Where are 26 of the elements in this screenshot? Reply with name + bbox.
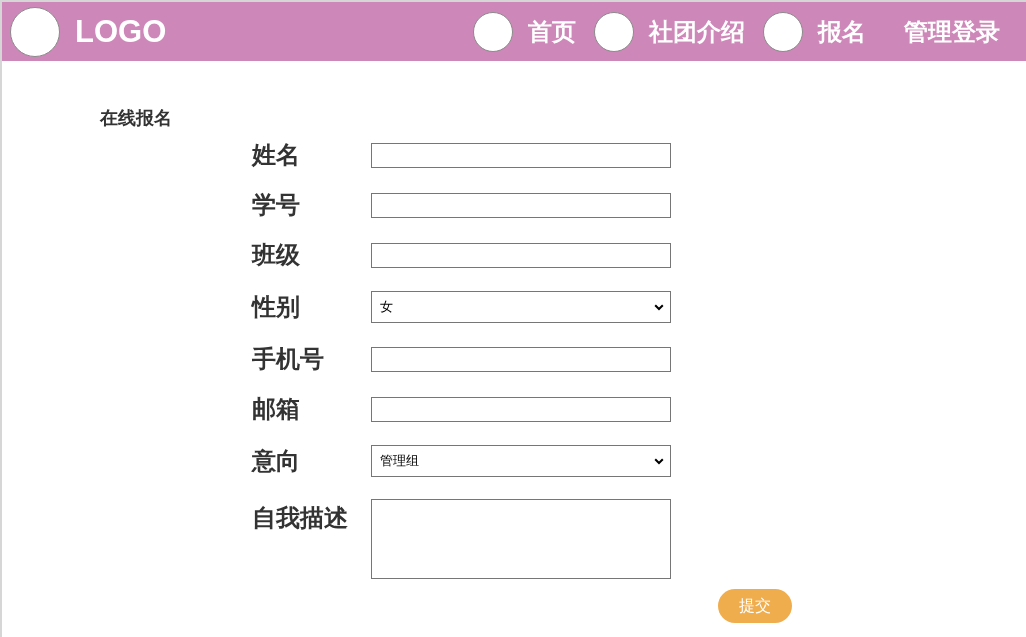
field-label: 班级: [252, 241, 300, 269]
input-field[interactable]: [371, 396, 671, 422]
field-label: 学号: [252, 191, 300, 219]
nav-link[interactable]: 首页: [528, 16, 576, 47]
text-area-field[interactable]: [371, 499, 671, 579]
field-label: 姓名: [252, 141, 300, 169]
logo-text: LOGO: [75, 13, 167, 50]
nav-link[interactable]: 社团介绍: [649, 16, 745, 47]
field-label: 意向: [252, 447, 300, 475]
form-title: 在线报名: [100, 107, 172, 129]
input-field[interactable]: [371, 142, 671, 168]
field-label: 自我描述: [252, 503, 348, 534]
input-field[interactable]: [371, 346, 671, 372]
field-label: 手机号: [252, 345, 324, 373]
field-label: 邮箱: [252, 395, 300, 423]
select-field[interactable]: 女: [371, 291, 671, 323]
chevron-down-icon: [654, 457, 664, 465]
chevron-down-icon: [654, 303, 664, 311]
select-field[interactable]: 管理组: [371, 445, 671, 477]
field-label: 性别: [252, 293, 300, 321]
circle-icon: [10, 6, 60, 57]
input-field[interactable]: [371, 192, 671, 218]
nav-link[interactable]: 报名: [818, 16, 866, 47]
submit-button[interactable]: 提交: [718, 589, 792, 623]
input-field[interactable]: [371, 242, 671, 268]
nav-link[interactable]: 管理登录: [904, 16, 1000, 47]
